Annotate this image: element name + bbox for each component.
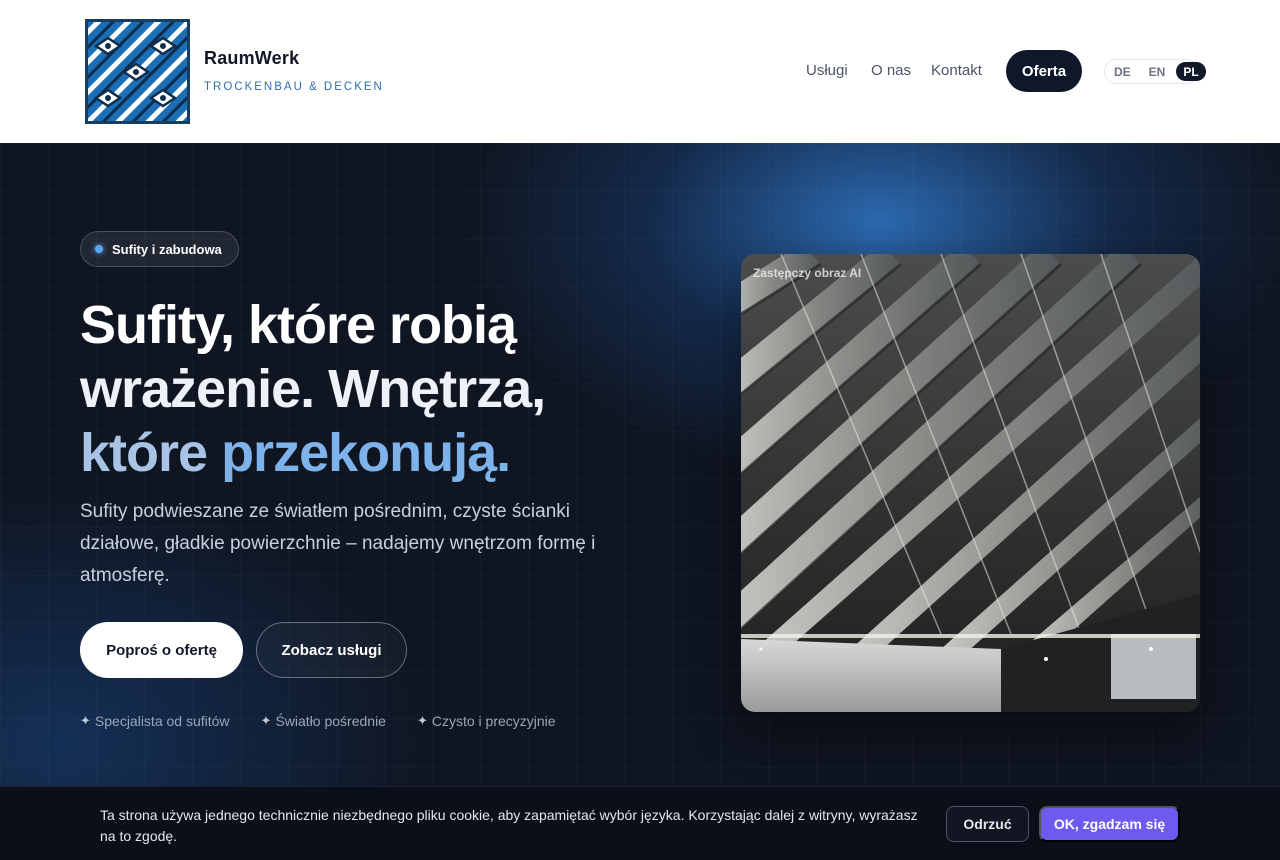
- hero-section: Sufity i zabudowa Sufity, które robią wr…: [0, 143, 1280, 860]
- lang-de-button[interactable]: DE: [1107, 62, 1138, 81]
- hero-ceiling-image: Zastępczy obraz AI: [741, 254, 1200, 712]
- feature-item: ✦ Światło pośrednie: [261, 713, 386, 729]
- nav-offer-button[interactable]: Oferta: [1006, 50, 1082, 92]
- feature-label: Specjalista od sufitów: [94, 713, 230, 729]
- feature-item: ✦ Czysto i precyzyjnie: [417, 713, 556, 729]
- headline-part-3a: które: [80, 423, 222, 483]
- nav-link-o-nas[interactable]: O nas: [871, 62, 911, 79]
- sparkle-icon: ✦: [416, 713, 428, 728]
- nav-link-uslugi[interactable]: Usługi: [806, 62, 848, 79]
- headline-part-3b: przekonują.: [221, 423, 511, 483]
- headline-part-1: Sufity, które robią: [80, 295, 517, 355]
- nav-link-kontakt[interactable]: Kontakt: [931, 62, 982, 79]
- lang-pl-button[interactable]: PL: [1176, 62, 1206, 81]
- cookie-reject-button[interactable]: Odrzuć: [946, 806, 1029, 842]
- hero-lead-text: Sufity podwieszane ze światłem pośrednim…: [80, 501, 596, 586]
- sparkle-icon: ✦: [80, 713, 91, 728]
- brand-logo[interactable]: [85, 19, 190, 124]
- cookie-accept-button[interactable]: OK, zgadzam się: [1039, 806, 1180, 842]
- cookie-banner: Ta strona używa jednego technicznie niez…: [0, 786, 1280, 860]
- feature-item: ✦ Specjalista od sufitów: [80, 713, 230, 729]
- hero-badge: Sufity i zabudowa: [80, 231, 239, 267]
- brand-name[interactable]: RaumWerk: [204, 48, 299, 69]
- language-switcher: DE EN PL: [1104, 59, 1206, 84]
- image-caption: Zastępczy obraz AI: [753, 266, 862, 280]
- feature-label: Czysto i precyzyjnie: [431, 713, 556, 729]
- hero-headline: Sufity, które robią wrażenie. Wnętrza, k…: [80, 293, 640, 485]
- lang-en-button[interactable]: EN: [1142, 62, 1173, 81]
- hero-badge-label: Sufity i zabudowa: [112, 241, 222, 257]
- headline-part-2: wrażenie. Wnętrza,: [80, 359, 546, 419]
- hero-features: ✦ Specjalista od sufitów ✦ Światło pośre…: [80, 713, 556, 729]
- brand-tagline: TROCKENBAU & DECKEN: [204, 81, 384, 93]
- sparkle-icon: ✦: [260, 713, 272, 728]
- badge-dot-icon: [95, 245, 103, 253]
- request-offer-button[interactable]: Poproś o ofertę: [80, 622, 243, 678]
- site-header: RaumWerk TROCKENBAU & DECKEN Usługi O na…: [0, 0, 1280, 143]
- see-services-button[interactable]: Zobacz usługi: [256, 622, 407, 678]
- feature-label: Światło pośrednie: [275, 713, 386, 729]
- cookie-text: Ta strona używa jednego technicznie niez…: [100, 807, 918, 844]
